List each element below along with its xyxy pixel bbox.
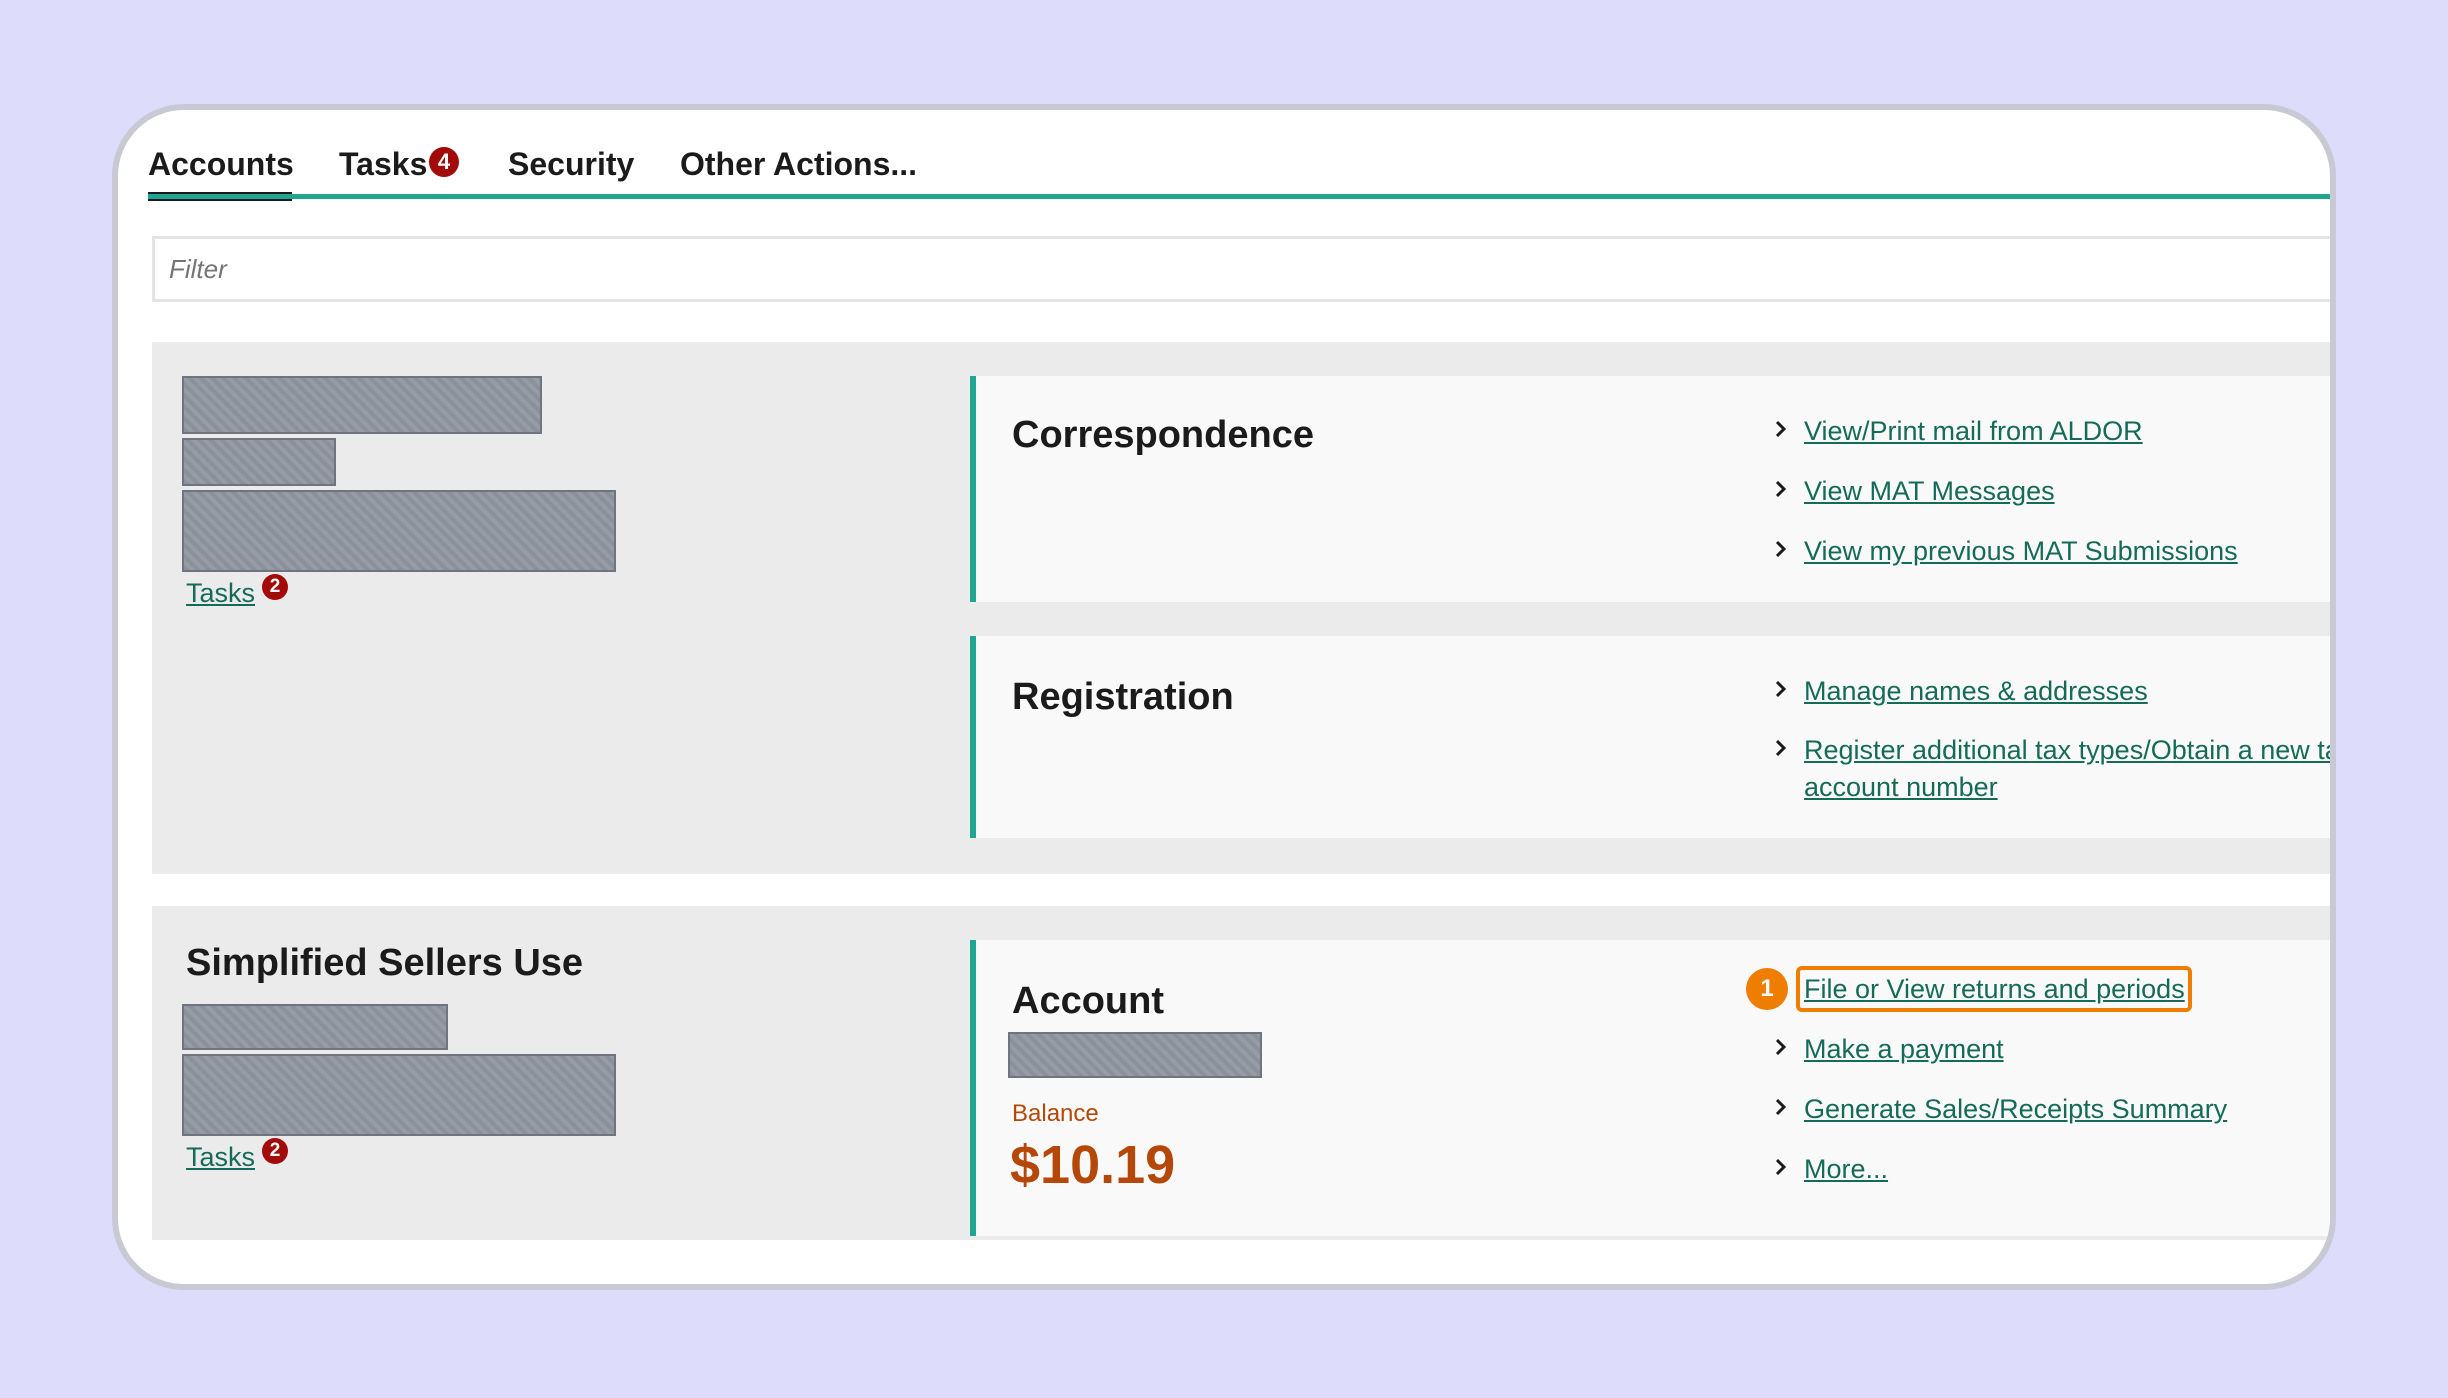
chevron-right-icon: [1775, 1158, 1787, 1176]
correspondence-card: Correspondence View/Print mail from ALDO…: [970, 376, 2330, 602]
filter-input[interactable]: [152, 236, 2330, 302]
chevron-right-icon: [1775, 739, 1787, 757]
tab-tasks[interactable]: Tasks: [339, 146, 427, 183]
view-mat-messages-link[interactable]: View MAT Messages: [1804, 476, 2055, 507]
register-tax-types-link-continued[interactable]: account number: [1804, 772, 1998, 803]
account-title: Account: [1012, 980, 1164, 1022]
tasks-badge: 2: [262, 574, 288, 600]
redacted-account-address: [182, 1054, 616, 1136]
view-print-mail-link[interactable]: View/Print mail from ALDOR: [1804, 416, 2143, 447]
tab-bar-divider: [148, 194, 2330, 199]
chevron-right-icon: [1775, 480, 1787, 498]
redacted-account-number: [1008, 1032, 1262, 1078]
tasks-badge: 2: [262, 1138, 288, 1164]
chevron-right-icon: [1775, 680, 1787, 698]
step-callout-badge: 1: [1746, 968, 1788, 1010]
tasks-link[interactable]: Tasks: [186, 578, 255, 609]
file-view-returns-link[interactable]: File or View returns and periods: [1804, 974, 2185, 1005]
browser-window: Accounts Tasks 4 Security Other Actions.…: [112, 104, 2336, 1290]
manage-names-addresses-link[interactable]: Manage names & addresses: [1804, 676, 2148, 707]
tasks-link[interactable]: Tasks: [186, 1142, 255, 1173]
register-tax-types-link[interactable]: Register additional tax types/Obtain a n…: [1804, 735, 2330, 766]
account-group-simplified-sellers-use: Simplified Sellers Use Tasks 2 Account B…: [152, 906, 2330, 1240]
account-card: Account Balance $10.19 1 File or View re…: [970, 940, 2330, 1236]
redacted-account-name: [182, 376, 542, 434]
generate-sales-summary-link[interactable]: Generate Sales/Receipts Summary: [1804, 1094, 2227, 1125]
chevron-right-icon: [1775, 540, 1787, 558]
view-mat-submissions-link[interactable]: View my previous MAT Submissions: [1804, 536, 2238, 567]
registration-card: Registration Manage names & addresses Re…: [970, 636, 2330, 838]
chevron-right-icon: [1775, 420, 1787, 438]
balance-label: Balance: [1012, 1100, 1099, 1127]
redacted-account-address: [182, 490, 616, 572]
redacted-account-id: [182, 438, 336, 486]
redacted-account-id: [182, 1004, 448, 1050]
more-link[interactable]: More...: [1804, 1154, 1888, 1185]
tab-accounts[interactable]: Accounts: [148, 146, 294, 183]
balance-value: $10.19: [1010, 1135, 1176, 1195]
account-group-1: Tasks 2 Correspondence View/Print mail f…: [152, 342, 2330, 874]
registration-title: Registration: [1012, 676, 1234, 718]
correspondence-title: Correspondence: [1012, 414, 1314, 456]
tasks-count-badge: 4: [429, 147, 459, 177]
tab-other-actions[interactable]: Other Actions...: [680, 146, 917, 183]
make-payment-link[interactable]: Make a payment: [1804, 1034, 2004, 1065]
chevron-right-icon: [1775, 1038, 1787, 1056]
tab-security[interactable]: Security: [508, 146, 634, 183]
account-group-title: Simplified Sellers Use: [186, 942, 584, 984]
chevron-right-icon: [1775, 1098, 1787, 1116]
